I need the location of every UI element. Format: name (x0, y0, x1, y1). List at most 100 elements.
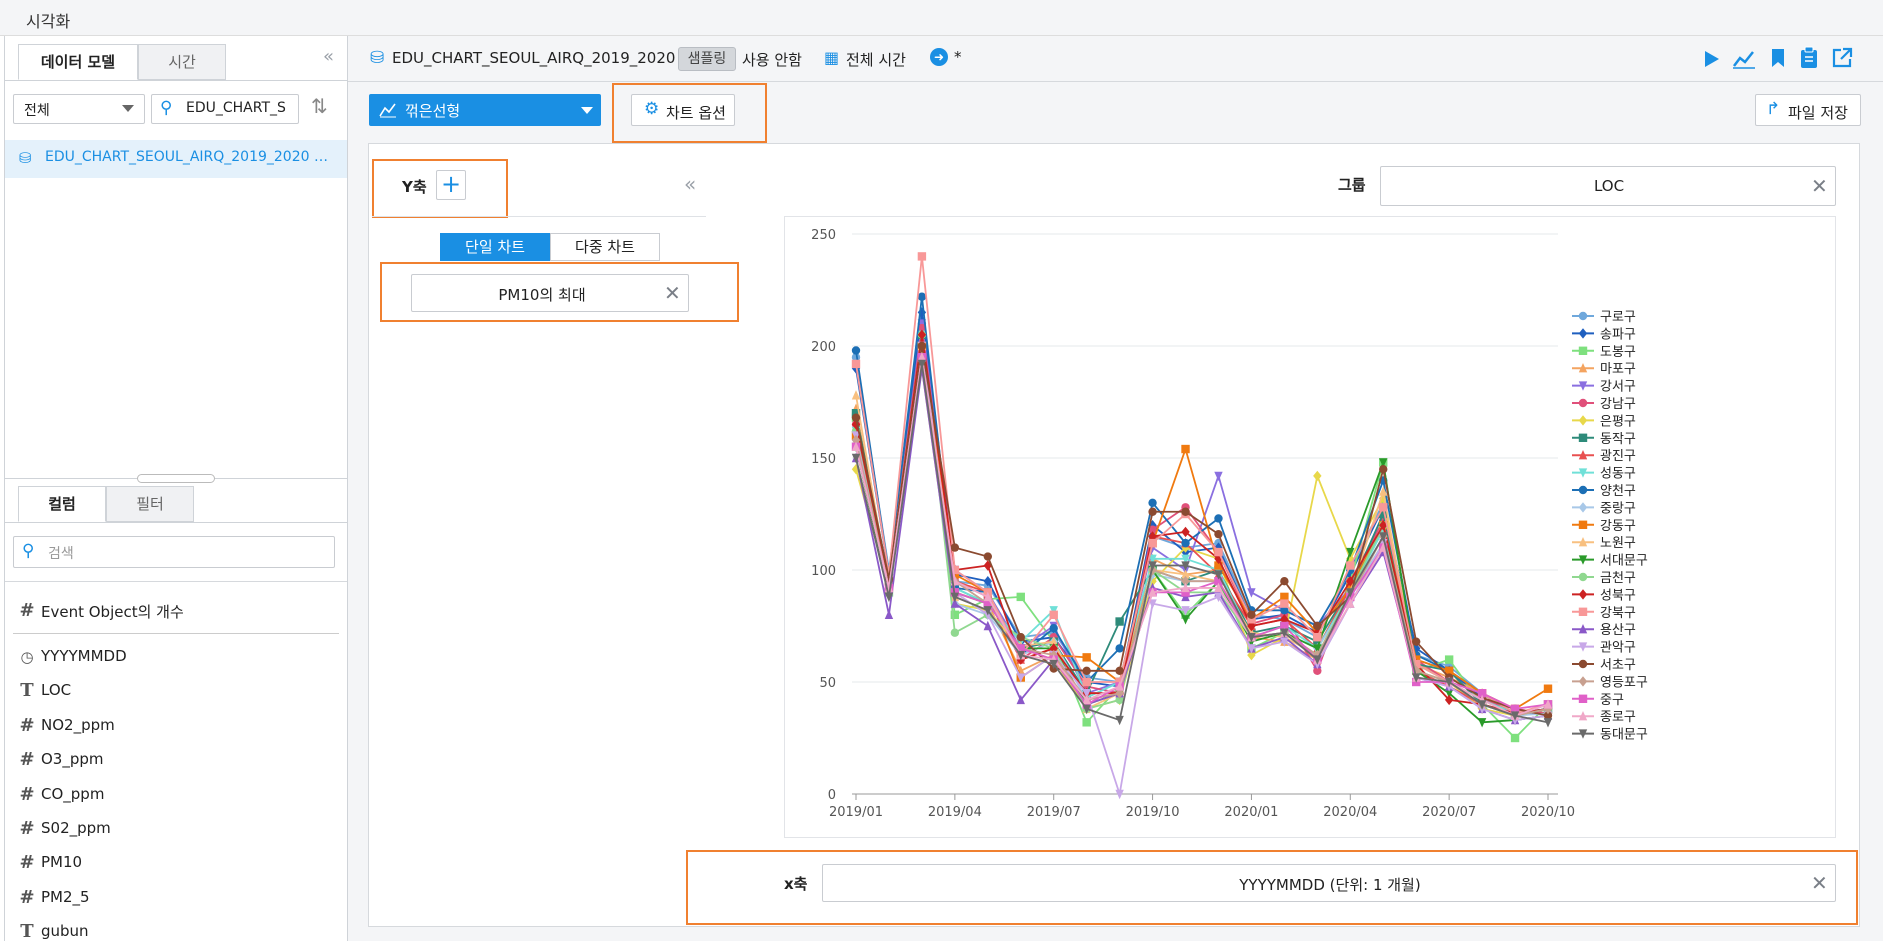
chart-type-label: 꺾은선형 (405, 102, 461, 120)
time-range-label[interactable]: 전체 시간 (846, 49, 906, 70)
legend-label: 서초구 (1600, 658, 1636, 673)
app-titlebar: 시각화 (0, 0, 1883, 36)
filter-select-value: 전체 (24, 103, 50, 119)
column-name: CO_ppm (41, 785, 105, 803)
x-field-label: YYYYMMDD (단위: 1 개월) (1239, 876, 1421, 894)
legend-label: 구로구 (1600, 310, 1636, 325)
number-icon: # (19, 784, 35, 805)
legend-label: 성북구 (1600, 588, 1636, 603)
column-item[interactable]: # S02_ppm (5, 812, 349, 846)
legend-label: 동대문구 (1600, 728, 1648, 743)
data-point (1280, 599, 1289, 608)
play-icon[interactable] (1700, 48, 1722, 70)
column-item[interactable]: Tgubun (5, 915, 349, 941)
data-point (1214, 547, 1223, 557)
save-file-button[interactable]: ↱ 파일 저장 (1755, 94, 1861, 126)
legend-label: 마포구 (1600, 362, 1636, 377)
legend-label: 강북구 (1600, 606, 1636, 621)
x-tick-label: 2019/10 (1126, 805, 1180, 820)
line-chart-icon[interactable] (1732, 48, 1756, 70)
single-chart-toggle[interactable]: 단일 차트 (440, 233, 550, 261)
column-item[interactable]: ◷ YYYYMMDD (5, 640, 349, 674)
number-icon: # (19, 715, 35, 736)
column-name: gubun (41, 922, 89, 940)
legend-label: 강동구 (1600, 519, 1636, 534)
y-tick-label: 0 (828, 788, 836, 803)
legend-label: 관악구 (1600, 641, 1636, 656)
model-search-input[interactable]: ⚲ EDU_CHART_S (151, 94, 299, 124)
column-item[interactable]: # Event Object의 개수 (5, 594, 349, 628)
number-icon: # (19, 600, 35, 621)
x-tick-label: 2019/07 (1027, 805, 1081, 820)
legend-marker (1578, 311, 1588, 321)
data-point (1082, 653, 1091, 662)
add-y-axis-button[interactable]: + (436, 170, 466, 200)
data-point (1181, 444, 1190, 454)
tab-data-model[interactable]: 데이터 모델 (18, 44, 138, 80)
data-tabs: 데이터 모델 시간 (13, 44, 343, 80)
bookmark-icon[interactable] (1768, 47, 1788, 69)
chart-type-select[interactable]: 꺾은선형 (369, 94, 601, 126)
model-item[interactable]: ⛁ EDU_CHART_SEOUL_AIRQ_2019_2020 … (5, 140, 347, 178)
legend-marker (1578, 346, 1588, 355)
clock-icon: ◷ (20, 648, 34, 666)
x-tick-label: 2020/01 (1224, 805, 1278, 820)
data-point (950, 543, 960, 552)
data-point (1016, 633, 1025, 642)
column-name: YYYYMMDD (41, 647, 127, 665)
data-point (1016, 592, 1025, 602)
data-point (917, 252, 927, 261)
sort-icon[interactable]: ⇅ (311, 94, 328, 118)
y-field-pill[interactable]: PM10의 최대 ✕ (411, 274, 689, 312)
column-search-input[interactable]: ⚲ 검색 (13, 536, 335, 568)
column-item[interactable]: # PM10 (5, 846, 349, 880)
data-point (1148, 498, 1157, 507)
x-tick-label: 2019/04 (928, 805, 982, 820)
data-point (1346, 561, 1355, 570)
close-icon[interactable]: ✕ (1811, 873, 1828, 893)
close-icon[interactable]: ✕ (1811, 176, 1828, 196)
x-field-pill[interactable]: YYYYMMDD (단위: 1 개월) ✕ (822, 864, 1836, 902)
arrow-right-icon[interactable]: ➜ (930, 48, 948, 66)
legend-marker (1578, 520, 1588, 529)
data-point (1082, 677, 1091, 687)
chart-frame (784, 216, 1836, 838)
clipboard-icon[interactable] (1798, 46, 1820, 70)
divider (5, 80, 347, 81)
number-icon: # (19, 852, 35, 873)
text-icon: T (20, 680, 34, 701)
column-item[interactable]: # CO_ppm (5, 778, 349, 812)
data-point (1082, 666, 1091, 675)
sampling-chip[interactable]: 샘플링 (678, 47, 736, 71)
column-item[interactable]: # PM2_5 (5, 881, 349, 915)
chart-options-button[interactable]: ⚙ 차트 옵션 (631, 94, 735, 126)
tab-time[interactable]: 시간 (138, 44, 226, 80)
data-point (1543, 684, 1553, 693)
collapse-left-icon[interactable]: « (323, 46, 334, 67)
legend-label: 성동구 (1600, 467, 1636, 482)
y-tick-label: 200 (811, 340, 836, 355)
data-point (1181, 507, 1190, 516)
data-point (950, 628, 960, 637)
group-field-pill[interactable]: LOC ✕ (1380, 166, 1836, 206)
line-chart: 0 50 100 150 200 250 2019/01 2019/04 2019/07 201… (784, 216, 1836, 838)
splitter-handle[interactable] (137, 474, 215, 483)
group-label: 그룹 (1338, 176, 1366, 194)
filter-select[interactable]: 전체 (13, 94, 145, 124)
legend-label: 송파구 (1600, 327, 1636, 342)
data-point (983, 552, 993, 561)
collapse-config-icon[interactable]: « (684, 172, 696, 196)
close-icon[interactable]: ✕ (664, 283, 681, 303)
data-point (1214, 514, 1223, 523)
export-icon[interactable] (1830, 46, 1854, 70)
tab-columns[interactable]: 컬럼 (18, 486, 106, 522)
multi-chart-toggle[interactable]: 다중 차트 (550, 233, 660, 261)
column-item[interactable]: # O3_ppm (5, 743, 349, 777)
line-chart-icon (379, 103, 396, 118)
data-point (1313, 633, 1322, 642)
column-item[interactable]: T LOC (5, 674, 349, 708)
tab-filter[interactable]: 필터 (106, 486, 194, 522)
column-item[interactable]: # NO2_ppm (5, 709, 349, 743)
data-point (1510, 733, 1520, 743)
chevron-down-icon (581, 107, 593, 114)
